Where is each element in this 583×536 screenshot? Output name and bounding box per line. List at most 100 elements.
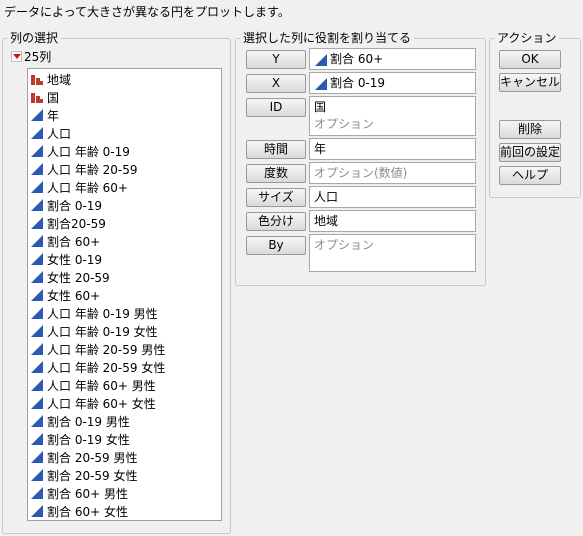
role-size-box[interactable]: 人口: [309, 186, 476, 208]
role-id-box[interactable]: 国 オプション: [309, 96, 476, 136]
column-list-item[interactable]: 割合 0-19 男性: [28, 412, 221, 430]
column-name: 割合 0-19: [47, 198, 103, 213]
column-list-item[interactable]: 女性 20-59: [28, 268, 221, 286]
column-count-header[interactable]: 25列: [11, 48, 51, 65]
role-id-value: 国: [314, 100, 327, 114]
continuous-triangle-icon: [31, 127, 43, 139]
role-time-button[interactable]: 時間: [246, 140, 306, 159]
column-name: 人口 年齢 60+ 女性: [47, 396, 156, 411]
continuous-triangle-icon: [31, 235, 43, 247]
continuous-triangle-icon: [31, 433, 43, 445]
column-name: 割合 20-59 男性: [47, 450, 138, 465]
column-name: 人口 年齢 60+: [47, 180, 128, 195]
collapse-triangle-icon[interactable]: [11, 51, 22, 62]
continuous-triangle-icon: [31, 109, 43, 121]
column-name: 割合 60+ 男性: [47, 486, 128, 501]
column-list-item[interactable]: 人口 年齢 60+: [28, 178, 221, 196]
column-list-item[interactable]: 人口 年齢 0-19 女性: [28, 322, 221, 340]
column-list-item[interactable]: 女性 60+: [28, 286, 221, 304]
column-list-item[interactable]: 人口 年齢 60+ 女性: [28, 394, 221, 412]
column-name: 割合20-59: [47, 216, 106, 231]
role-y-button[interactable]: Y: [246, 50, 306, 69]
continuous-triangle-icon: [31, 361, 43, 373]
continuous-triangle-icon: [31, 199, 43, 211]
column-name: 女性 60+: [47, 288, 101, 303]
column-list-item[interactable]: 割合 60+ 男性: [28, 484, 221, 502]
column-list-item[interactable]: 割合 60+ 女性: [28, 502, 221, 520]
column-list-item[interactable]: 割合 60+: [28, 232, 221, 250]
continuous-triangle-icon: [31, 487, 43, 499]
column-name: 人口 年齢 20-59 女性: [47, 360, 166, 375]
role-freq-placeholder: オプション(数値): [314, 166, 408, 180]
column-list-item[interactable]: 地域: [28, 70, 221, 88]
continuous-triangle-icon: [31, 271, 43, 283]
role-assignment-legend: 選択した列に役割を割り当てる: [243, 31, 412, 45]
role-by-box[interactable]: オプション: [309, 234, 476, 272]
role-time-box[interactable]: 年: [309, 138, 476, 160]
column-name: 年: [47, 108, 60, 123]
column-list-item[interactable]: 女性 0-19: [28, 250, 221, 268]
column-name: 人口 年齢 60+ 男性: [47, 378, 156, 393]
role-freq-button[interactable]: 度数: [246, 164, 306, 183]
column-list-item[interactable]: 人口 年齢 0-19 男性: [28, 304, 221, 322]
continuous-triangle-icon: [31, 307, 43, 319]
column-name: 割合 60+: [47, 234, 101, 249]
column-list-item[interactable]: 人口 年齢 0-19: [28, 142, 221, 160]
continuous-triangle-icon: [315, 77, 327, 90]
continuous-triangle-icon: [31, 217, 43, 229]
cancel-button[interactable]: キャンセル: [499, 73, 561, 92]
column-list-item[interactable]: 人口: [28, 124, 221, 142]
role-size-button[interactable]: サイズ: [246, 188, 306, 207]
recall-button[interactable]: 前回の設定: [499, 143, 561, 162]
continuous-triangle-icon: [31, 469, 43, 481]
role-y-box[interactable]: 割合 60+: [309, 48, 476, 70]
role-x-value: 割合 0-19: [330, 76, 386, 90]
role-x-button[interactable]: X: [246, 74, 306, 93]
continuous-triangle-icon: [315, 53, 327, 66]
continuous-triangle-icon: [31, 163, 43, 175]
column-name: 人口 年齢 20-59 男性: [47, 342, 166, 357]
nominal-bar-icon: [31, 93, 43, 103]
continuous-triangle-icon: [31, 379, 43, 391]
column-name: 割合 0-19 女性: [47, 432, 130, 447]
role-freq-box[interactable]: オプション(数値): [309, 162, 476, 184]
column-list-item[interactable]: 年: [28, 106, 221, 124]
column-list-item[interactable]: 人口 年齢 20-59 男性: [28, 340, 221, 358]
column-list-item[interactable]: 人口 年齢 20-59 女性: [28, 358, 221, 376]
column-list-item[interactable]: 国: [28, 88, 221, 106]
continuous-triangle-icon: [31, 397, 43, 409]
continuous-triangle-icon: [31, 145, 43, 157]
column-count-label: 25列: [24, 50, 52, 64]
help-button[interactable]: ヘルプ: [499, 166, 561, 185]
ok-button[interactable]: OK: [499, 50, 561, 69]
column-name: 地域: [47, 72, 72, 87]
column-name: 割合 0-19 男性: [47, 414, 130, 429]
actions-legend: アクション: [497, 31, 557, 45]
column-name: 人口 年齢 0-19: [47, 144, 130, 159]
column-name: 割合 20-59 女性: [47, 468, 138, 483]
column-list-item[interactable]: 割合 0-19: [28, 196, 221, 214]
column-list[interactable]: 地域国年人口人口 年齢 0-19 人口 年齢 20-59 人口 年齢 60+ 割合 0…: [27, 68, 222, 521]
continuous-triangle-icon: [31, 181, 43, 193]
role-by-placeholder: オプション: [314, 238, 375, 252]
role-size-value: 人口: [314, 190, 339, 204]
column-list-item[interactable]: 割合20-59: [28, 214, 221, 232]
column-list-item[interactable]: 割合 20-59 女性: [28, 466, 221, 484]
role-color-button[interactable]: 色分け: [246, 212, 306, 231]
column-name: 人口 年齢 0-19 女性: [47, 324, 158, 339]
role-id-button[interactable]: ID: [246, 98, 306, 117]
nominal-bar-icon: [31, 75, 43, 85]
instruction-text: データによって大きさが異なる円をプロットします。: [4, 5, 290, 19]
role-color-value: 地域: [314, 214, 339, 228]
column-selection-legend: 列の選択: [10, 31, 59, 45]
column-list-item[interactable]: 人口 年齢 20-59: [28, 160, 221, 178]
role-x-box[interactable]: 割合 0-19: [309, 72, 476, 94]
continuous-triangle-icon: [31, 415, 43, 427]
remove-button[interactable]: 削除: [499, 120, 561, 139]
role-by-button[interactable]: By: [246, 236, 306, 255]
column-list-item[interactable]: 割合 0-19 女性: [28, 430, 221, 448]
column-list-item[interactable]: 人口 年齢 60+ 男性: [28, 376, 221, 394]
role-time-value: 年: [314, 142, 327, 156]
role-color-box[interactable]: 地域: [309, 210, 476, 232]
column-list-item[interactable]: 割合 20-59 男性: [28, 448, 221, 466]
